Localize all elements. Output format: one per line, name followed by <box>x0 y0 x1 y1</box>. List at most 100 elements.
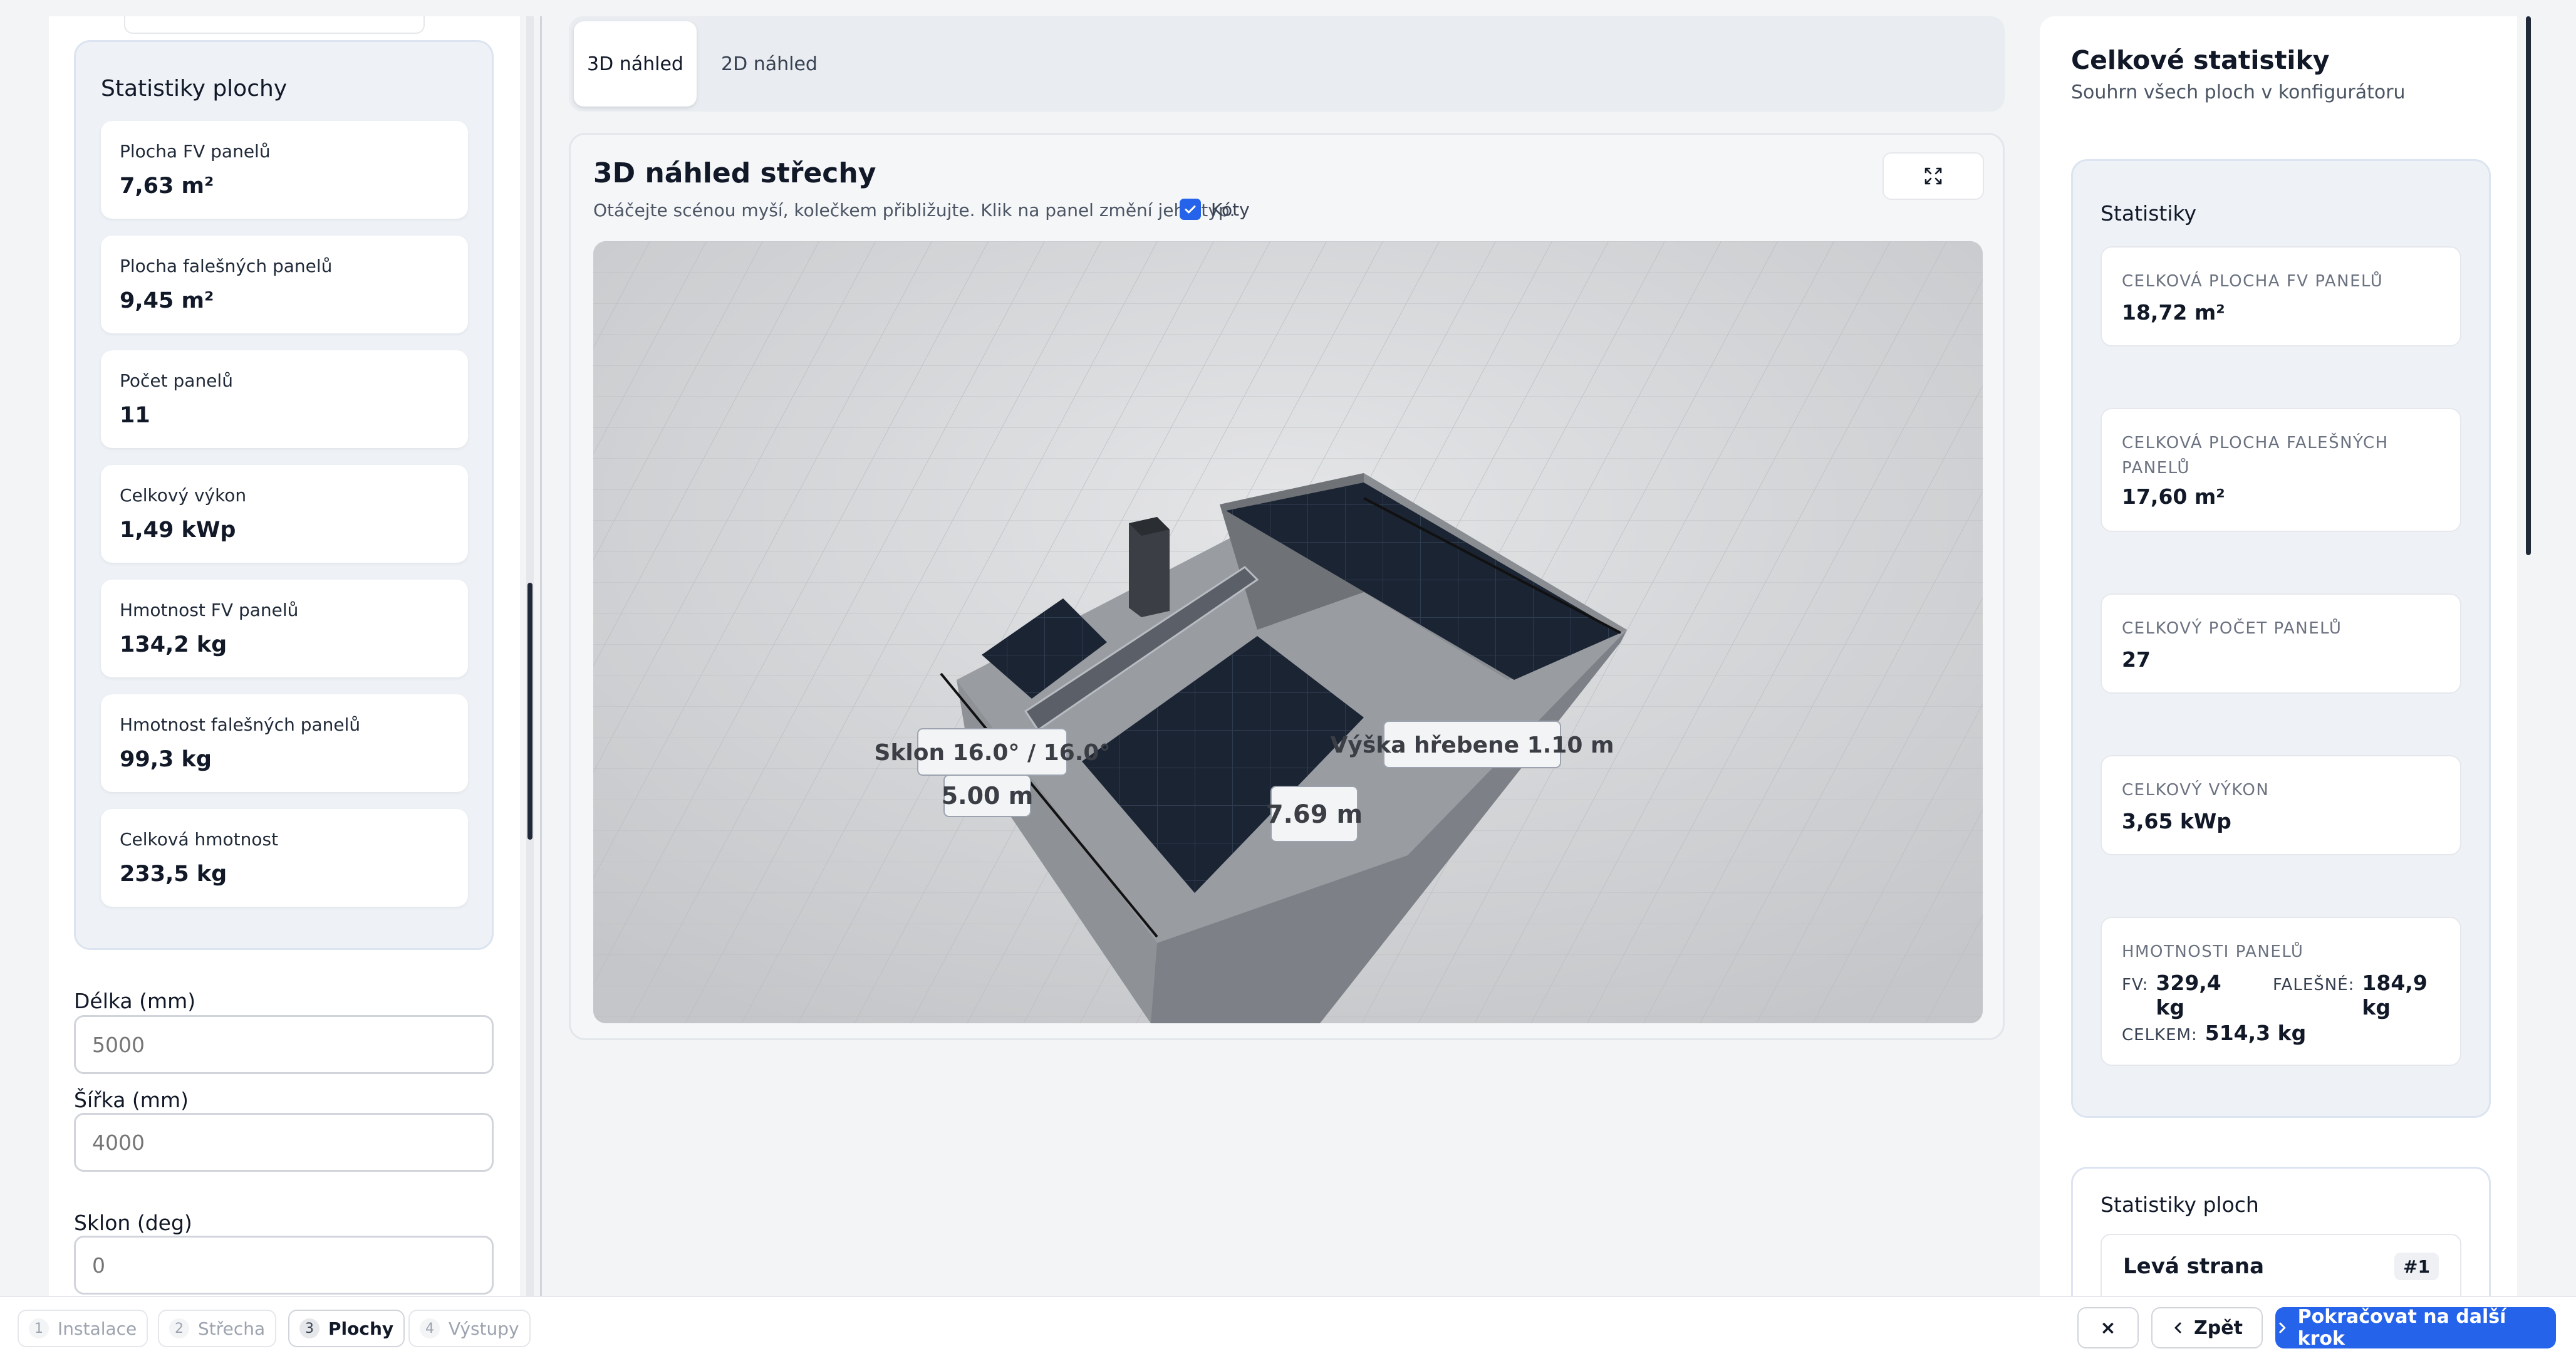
area-stats-card: Statistiky plochy Plocha FV panelů 7,63 … <box>74 40 494 950</box>
svg-text:5.00 m: 5.00 m <box>942 782 1034 810</box>
stat-total-power: Celkový výkon 1,49 kWp <box>101 465 468 563</box>
stat-label: Plocha falešných panelů <box>120 256 333 276</box>
step-installation[interactable]: 1 Instalace <box>18 1310 148 1347</box>
step-label: Střecha <box>198 1318 266 1339</box>
step-label: Instalace <box>58 1318 137 1339</box>
wizard-bottom-bar: 1 Instalace 2 Střecha 3 Plochy 4 Výstupy… <box>0 1296 2576 1356</box>
dimensions-checkbox[interactable] <box>1180 199 1201 220</box>
fv-weight-value: 329,4 kg <box>2156 971 2221 1020</box>
stat-label: Celková hmotnost <box>120 829 279 850</box>
chevron-right-icon <box>2279 1322 2286 1333</box>
total-weight-value: 514,3 kg <box>2205 1021 2307 1045</box>
stat-fake-area: Plocha falešných panelů 9,45 m² <box>101 236 468 333</box>
area-list-title: Statistiky ploch <box>2101 1192 2259 1217</box>
step-roof[interactable]: 2 Střecha <box>158 1310 277 1347</box>
step-number: 1 <box>29 1318 49 1338</box>
roof-3d-view-card: 3D náhled střechy Otáčejte scénou myší, … <box>569 133 2005 1040</box>
left-panel: Statistiky plochy Plocha FV panelů 7,63 … <box>49 16 520 1296</box>
stat-total-weight: Celková hmotnost 233,5 kg <box>101 809 468 907</box>
step-number: 4 <box>420 1318 440 1338</box>
stat-fv-weight: Hmotnost FV panelů 134,2 kg <box>101 580 468 677</box>
step-label: Plochy <box>328 1318 394 1339</box>
total-panel-count: CELKOVÝ POČET PANELŮ 27 <box>2101 593 2461 694</box>
stat-panel-count: Počet panelů 11 <box>101 350 468 448</box>
left-scrollbar-thumb[interactable] <box>527 583 532 840</box>
total-weight-row: CELKEM: 514,3 kg <box>2122 1021 2306 1045</box>
view-title: 3D náhled střechy <box>593 157 876 189</box>
total-stats-title: Celkové statistiky <box>2071 45 2330 75</box>
right-panel: Celkové statistiky Souhrn všech ploch v … <box>2040 16 2517 1296</box>
view-tabs: 3D náhled 2D náhled <box>569 16 2005 112</box>
length-input[interactable] <box>74 1015 494 1074</box>
step-areas[interactable]: 3 Plochy <box>288 1310 405 1347</box>
fullscreen-button[interactable] <box>1883 152 1984 200</box>
stat-value: 3,65 kWp <box>2122 809 2231 833</box>
step-number: 2 <box>169 1318 189 1338</box>
stat-fv-area: Plocha FV panelů 7,63 m² <box>101 121 468 219</box>
step-label: Výstupy <box>449 1318 519 1339</box>
stat-label: CELKOVÁ PLOCHA FALEŠNÝCH PANELŮ <box>2122 434 2389 477</box>
stat-label: Celkový výkon <box>120 485 247 506</box>
stat-label: HMOTNOSTI PANELŮ <box>2122 942 2304 961</box>
svg-text:Výška hřebene 1.10 m: Výška hřebene 1.10 m <box>1331 733 1614 758</box>
stat-value: 27 <box>2122 647 2151 672</box>
stat-value: 7,63 m² <box>120 174 214 199</box>
stat-label: Hmotnost falešných panelů <box>120 714 361 735</box>
stats-heading: Statistiky <box>2101 201 2196 226</box>
dimensions-toggle[interactable]: Kóty <box>1180 199 1250 220</box>
back-button[interactable]: Zpět <box>2151 1307 2263 1348</box>
slope-input[interactable] <box>74 1236 494 1295</box>
total-fake-area: CELKOVÁ PLOCHA FALEŠNÝCH PANELŮ 17,60 m² <box>2101 408 2461 532</box>
stat-label: CELKOVÝ VÝKON <box>2122 781 2270 800</box>
total-power: CELKOVÝ VÝKON 3,65 kWp <box>2101 755 2461 855</box>
slope-label: Sklon (deg) <box>74 1211 192 1235</box>
right-scrollbar-thumb[interactable] <box>2526 16 2531 555</box>
stat-value: 18,72 m² <box>2122 300 2225 325</box>
stat-label: Počet panelů <box>120 370 233 391</box>
total-stats-card: Statistiky CELKOVÁ PLOCHA FV PANELŮ 18,7… <box>2071 159 2491 1118</box>
right-scrollbar[interactable] <box>2525 16 2532 1296</box>
stat-label: Hmotnost FV panelů <box>120 600 299 620</box>
chevron-left-icon <box>2174 1322 2181 1333</box>
tab-2d-view[interactable]: 2D náhled <box>707 21 832 107</box>
stat-value: 233,5 kg <box>120 862 227 887</box>
stat-value: 17,60 m² <box>2122 484 2225 509</box>
length-label: Délka (mm) <box>74 989 196 1013</box>
panel-weights: HMOTNOSTI PANELŮ FV: 329,4 kg FALEŠNÉ: 1… <box>2101 917 2461 1066</box>
step-number: 3 <box>299 1318 319 1338</box>
close-button[interactable]: × <box>2077 1307 2139 1348</box>
area-name: Levá strana <box>2123 1254 2265 1279</box>
svg-text:Sklon 16.0° / 16.0°: Sklon 16.0° / 16.0° <box>875 740 1111 766</box>
stat-value: 99,3 kg <box>120 747 212 772</box>
close-icon: × <box>2100 1317 2116 1339</box>
3d-scene-canvas[interactable]: Sklon 16.0° / 16.0° 5.00 m 7.69 m Výška … <box>593 241 1983 1023</box>
length-label: 7.69 m <box>1266 786 1363 842</box>
stat-label: CELKOVÝ POČET PANELŮ <box>2122 619 2342 638</box>
tab-3d-view[interactable]: 3D náhled <box>574 21 697 107</box>
back-label: Zpět <box>2194 1317 2243 1339</box>
weights-row: FV: 329,4 kg FALEŠNÉ: 184,9 kg <box>2122 971 2460 1020</box>
next-label: Pokračovat na další krok <box>2297 1306 2506 1350</box>
next-step-button[interactable]: Pokračovat na další krok <box>2275 1306 2556 1350</box>
previous-card <box>124 16 425 34</box>
stat-label: CELKOVÁ PLOCHA FV PANELŮ <box>2122 272 2384 291</box>
width-label: 5.00 m <box>942 774 1034 817</box>
width-input[interactable] <box>74 1113 494 1172</box>
fv-weight-key: FV: <box>2122 976 2149 994</box>
stat-label: Plocha FV panelů <box>120 141 271 162</box>
left-scrollbar[interactable] <box>526 16 534 1296</box>
expand-icon <box>1924 167 1942 185</box>
area-stats-list: Statistiky ploch Levá strana #1 <box>2071 1167 2491 1296</box>
stat-value: 11 <box>120 403 150 428</box>
check-icon <box>1185 206 1196 214</box>
fake-weight-value: 184,9 kg <box>2362 971 2428 1020</box>
roof-3d-render[interactable]: Sklon 16.0° / 16.0° 5.00 m 7.69 m Výška … <box>593 241 1983 1023</box>
area-item-left-side[interactable]: Levá strana #1 <box>2101 1234 2461 1296</box>
total-fv-area: CELKOVÁ PLOCHA FV PANELŮ 18,72 m² <box>2101 246 2461 347</box>
dimensions-label: Kóty <box>1211 199 1250 220</box>
panel-divider <box>540 16 542 1296</box>
fake-weight-key: FALEŠNÉ: <box>2272 976 2355 994</box>
step-outputs[interactable]: 4 Výstupy <box>408 1310 531 1347</box>
stat-value: 9,45 m² <box>120 288 214 313</box>
total-weight-key: CELKEM: <box>2122 1026 2198 1045</box>
